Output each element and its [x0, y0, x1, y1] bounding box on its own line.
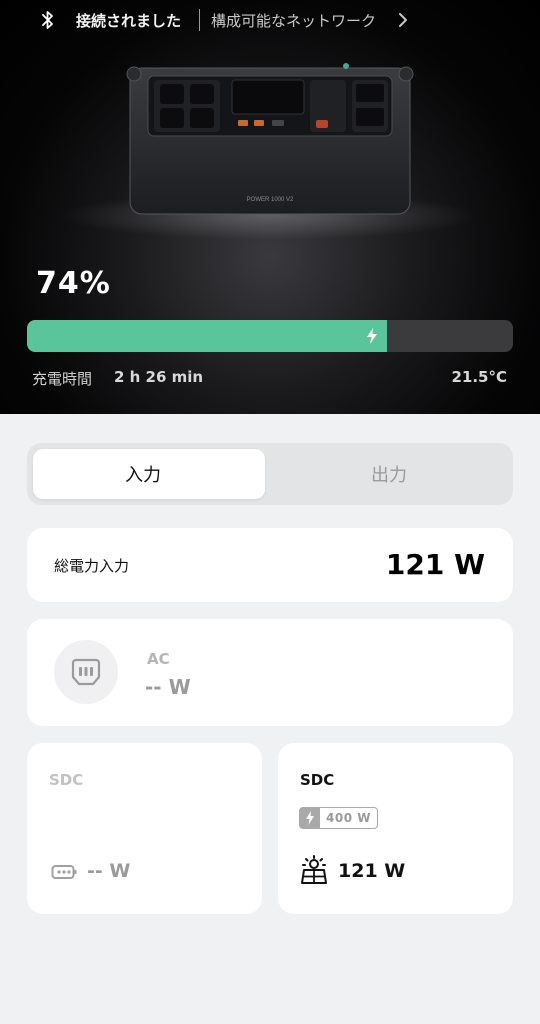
input-output-toggle: 入力 出力: [27, 443, 513, 505]
ac-plug-icon: [71, 658, 101, 686]
connection-status: 接続されました: [76, 12, 182, 30]
power-station-image: POWER 1000 V2: [126, 63, 414, 215]
battery-percentage: 74%: [36, 266, 111, 301]
sdc-left-title: SDC: [49, 771, 84, 789]
tab-input[interactable]: 入力: [27, 461, 259, 487]
hero-section: 接続されました 構成可能なネットワーク POWER 1000 V2 74% 充電…: [0, 0, 540, 414]
battery-level-bar: [27, 320, 513, 352]
charge-time-value: 2 h 26 min: [114, 368, 204, 386]
sdc-right-title: SDC: [300, 771, 335, 789]
connection-bar[interactable]: 接続されました 構成可能なネットワーク: [0, 0, 540, 40]
ac-input-card[interactable]: AC -- W: [27, 619, 513, 726]
total-input-value: 121 W: [385, 548, 485, 581]
total-input-card: 総電力入力 121 W: [27, 528, 513, 602]
battery-level-fill: [27, 320, 387, 352]
ac-icon-circle: [54, 640, 118, 704]
device-model-label: POWER 1000 V2: [247, 197, 294, 203]
max-power-badge-text: 400 W: [326, 811, 371, 825]
charge-time-label: 充電時間: [32, 370, 93, 388]
sdc-left-card[interactable]: SDC -- W: [27, 743, 262, 914]
sdc-right-card[interactable]: SDC 400 W 121 W: [278, 743, 513, 914]
solar-panel-icon: [301, 855, 327, 884]
ac-power-value: -- W: [145, 675, 191, 699]
temperature-value: 21.5°C: [451, 368, 507, 386]
sdc-left-power-value: -- W: [87, 860, 131, 882]
tab-output[interactable]: 出力: [271, 461, 507, 487]
ac-title: AC: [147, 650, 170, 668]
chevron-right-icon[interactable]: [397, 12, 409, 28]
bluetooth-icon: [42, 11, 53, 29]
charging-bolt-icon: [367, 328, 377, 344]
total-input-label: 総電力入力: [54, 557, 130, 575]
max-power-badge: 400 W: [299, 807, 378, 829]
sdc-right-power-value: 121 W: [338, 860, 406, 882]
dc-port-icon: [51, 865, 77, 879]
divider: [199, 9, 200, 31]
configurable-networks-link[interactable]: 構成可能なネットワーク: [211, 10, 376, 31]
bolt-icon: [300, 808, 320, 828]
